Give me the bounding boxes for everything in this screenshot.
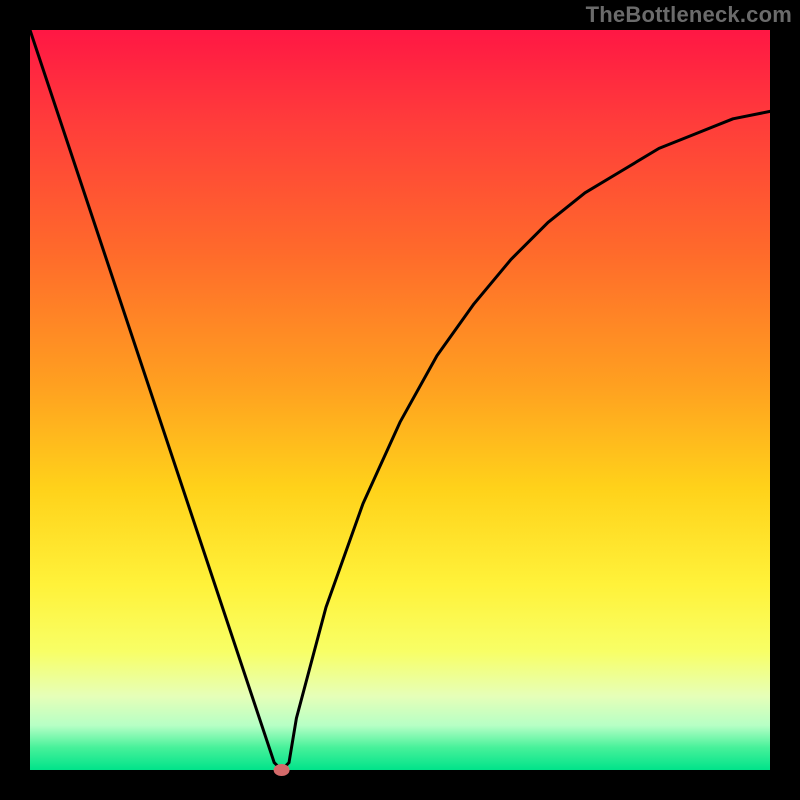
minimum-marker [274, 764, 290, 776]
watermark-text: TheBottleneck.com [586, 2, 792, 28]
chart-stage: TheBottleneck.com [0, 0, 800, 800]
plot-background [30, 30, 770, 770]
chart-svg [0, 0, 800, 800]
